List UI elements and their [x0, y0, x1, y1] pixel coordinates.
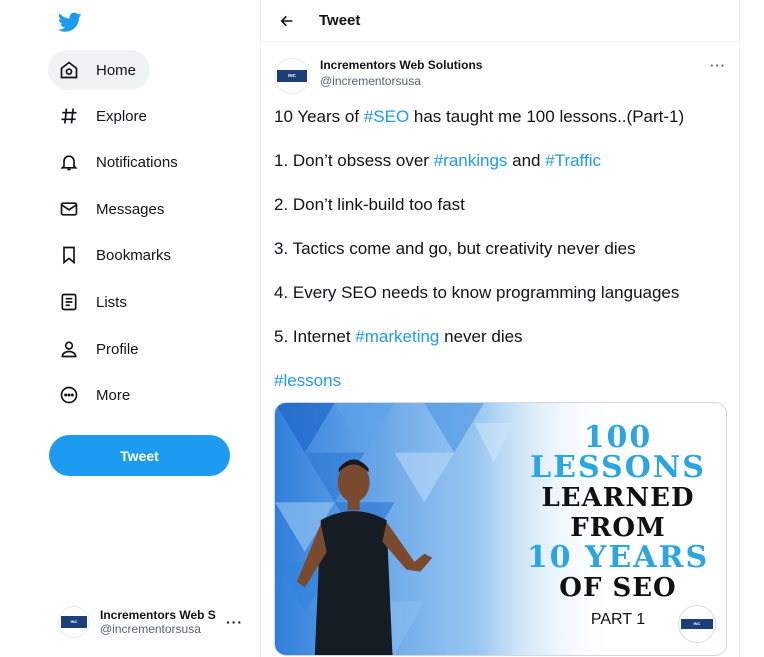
text-segment: 1. Don’t obsess over [274, 151, 434, 170]
tweet-media-image[interactable]: 100 LESSONS LEARNED FROM 10 YEARS OF SEO… [274, 402, 727, 656]
page-header: Tweet [261, 0, 739, 42]
author-info: Incrementors Web Solutions @incrementors… [320, 58, 482, 88]
media-logo-badge: INC [678, 605, 716, 643]
media-line: 10 YEARS [526, 540, 710, 575]
media-line: 100 [583, 420, 653, 455]
account-info: Incrementors Web S @incrementorsusa [100, 608, 218, 636]
author-avatar[interactable]: INC [274, 58, 310, 94]
tweet-line: #lessons [274, 370, 726, 392]
tweet-author: INC Incrementors Web Solutions @incremen… [274, 52, 726, 100]
tweet-more-icon[interactable]: ··· [710, 58, 726, 73]
nav-item-notifications[interactable]: Notifications [48, 142, 192, 182]
nav-label: Profile [96, 340, 139, 358]
nav-item-home[interactable]: Home [48, 50, 151, 90]
media-title: 100 LESSONS LEARNED FROM 10 YEARS OF SEO… [518, 423, 718, 635]
nav-item-messages[interactable]: Messages [48, 189, 178, 229]
more-circle-icon [58, 384, 80, 406]
account-switcher[interactable]: INC Incrementors Web S @incrementorsusa … [58, 598, 248, 646]
envelope-icon [58, 198, 80, 220]
nav-label: More [96, 386, 131, 404]
tweet-line: 2. Don’t link-build too fast [274, 195, 465, 214]
list-icon [58, 291, 80, 313]
hashtag-link[interactable]: #marketing [355, 327, 439, 346]
nav-label: Bookmarks [96, 246, 172, 264]
nav-item-bookmarks[interactable]: Bookmarks [48, 235, 185, 275]
account-more-icon[interactable]: ··· [226, 614, 243, 630]
tweet-line: 3. Tactics come and go, but creativity n… [274, 239, 636, 258]
sidebar: Home Explore Notifications Messages Book… [0, 0, 260, 657]
nav-label: Messages [96, 200, 165, 218]
media-line: OF SEO [559, 573, 677, 603]
text-segment: has taught me 100 lessons..(Part-1) [409, 107, 685, 126]
hashtag-link[interactable]: #lessons [274, 371, 341, 390]
person-icon [58, 338, 80, 360]
tweet-button[interactable]: Tweet [49, 435, 230, 476]
nav-label: Notifications [96, 153, 178, 171]
hashtag-icon [58, 105, 80, 127]
avatar: INC [58, 606, 90, 638]
bell-icon [58, 151, 80, 173]
hashtag-link[interactable]: #SEO [364, 107, 409, 126]
text-segment: never dies [439, 327, 523, 346]
tweet: INC Incrementors Web Solutions @incremen… [261, 42, 739, 657]
nav-item-profile[interactable]: Profile [48, 329, 153, 369]
nav-label: Lists [96, 293, 127, 311]
nav-label: Explore [96, 107, 147, 125]
text-segment: 10 Years of [274, 107, 364, 126]
tweet-line: 4. Every SEO needs to know programming l… [274, 283, 680, 302]
account-handle: @incrementorsusa [100, 622, 201, 636]
tweet-line: 10 Years of #SEO has taught me 100 lesso… [274, 106, 726, 128]
hashtag-link[interactable]: #Traffic [545, 151, 601, 170]
back-arrow-icon[interactable] [277, 11, 297, 31]
nav-item-explore[interactable]: Explore [48, 96, 161, 136]
nav-item-more[interactable]: More [48, 375, 144, 415]
nav-item-lists[interactable]: Lists [48, 282, 141, 322]
page-title: Tweet [319, 12, 361, 29]
hashtag-link[interactable]: #rankings [434, 151, 508, 170]
home-icon [58, 59, 80, 81]
bookmark-icon [58, 244, 80, 266]
nav-label: Home [96, 61, 137, 79]
incrementors-logo-icon: INC [277, 70, 307, 82]
incrementors-logo-icon: INC [61, 616, 87, 628]
text-segment: 5. Internet [274, 327, 356, 346]
media-line: FROM [570, 513, 666, 543]
tweet-text: 10 Years of #SEO has taught me 100 lesso… [274, 106, 726, 392]
author-name[interactable]: Incrementors Web Solutions [320, 58, 482, 72]
media-line: LEARNED [541, 483, 695, 513]
text-segment: and [507, 151, 546, 170]
main-column: Tweet INC Incrementors Web Solutions @in… [260, 0, 740, 657]
media-line: LESSONS [530, 450, 706, 485]
author-handle[interactable]: @incrementorsusa [320, 74, 482, 88]
incrementors-logo-icon: INC [681, 619, 713, 629]
tweet-line: 5. Internet #marketing never dies [274, 326, 726, 348]
twitter-logo-icon[interactable] [57, 10, 82, 34]
account-name: Incrementors Web S [100, 608, 216, 622]
tweet-line: 1. Don’t obsess over #rankings and #Traf… [274, 150, 726, 172]
